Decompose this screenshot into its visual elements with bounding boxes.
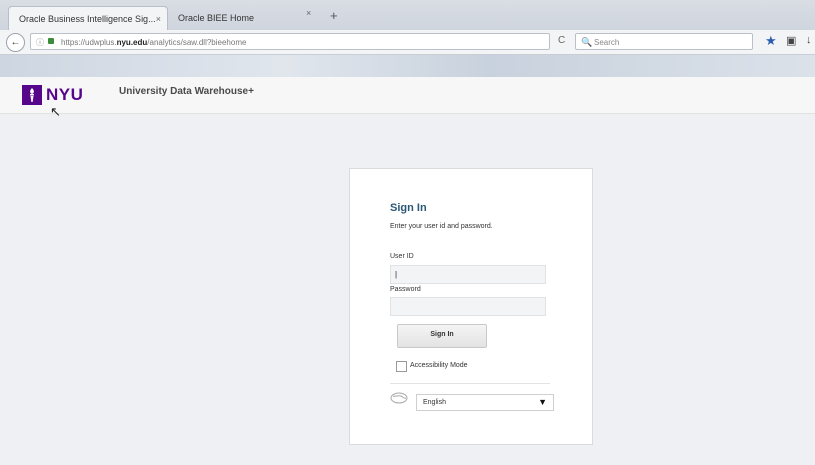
url-domain: nyu.edu [116,38,148,47]
browser-nav-bar: ← ⓘ https://udwplus.nyu.edu/analytics/sa… [0,30,815,55]
tab-close-icon[interactable]: × [156,7,161,30]
url-suffix: /analytics/saw.dll?bieehome [147,38,247,47]
user-id-input[interactable]: | [390,265,546,284]
download-icon[interactable]: ↓ [806,34,812,46]
info-icon[interactable]: ⓘ [36,34,44,51]
tab-title: Oracle Business Intelligence Sig... [19,14,156,24]
new-tab-button[interactable]: + [330,8,338,23]
globe-icon [390,392,408,407]
language-value: English [423,399,446,406]
logo-text: NYU [46,85,84,104]
language-select[interactable]: English ▼ [416,394,554,411]
accessibility-label: Accessibility Mode [410,362,468,369]
signin-instructions: Enter your user id and password. [390,223,493,230]
divider [390,383,550,384]
reload-icon[interactable]: C [558,35,565,46]
nyu-logo[interactable]: NYU [22,85,83,105]
accessibility-checkbox[interactable] [396,361,407,372]
signin-title: Sign In [390,202,427,214]
search-placeholder: Search [594,38,620,47]
tab-oracle-sign-in[interactable]: Oracle Business Intelligence Sig... × [8,6,168,30]
password-label: Password [390,286,421,293]
tab-title: Oracle BIEE Home [178,13,255,23]
password-input[interactable] [390,297,546,316]
signin-panel: Sign In Enter your user id and password.… [349,168,593,445]
app-header: NYU University Data Warehouse+ [0,77,815,114]
chevron-down-icon: ▼ [538,397,547,407]
user-id-label: User ID [390,253,414,260]
app-title-menu[interactable]: University Data Warehouse+ [119,86,254,97]
back-button[interactable]: ← [6,33,25,52]
bookmarks-toolbar [0,55,815,77]
tab-oracle-biee-home[interactable]: Oracle BIEE Home [168,6,293,30]
signin-button[interactable]: Sign In [397,324,487,348]
lock-icon [48,38,54,44]
browser-search-input[interactable]: 🔍 Search [575,33,753,50]
mouse-cursor-icon: ↖ [50,104,61,119]
url-prefix: https://udwplus. [61,38,117,47]
torch-icon [22,85,42,105]
browser-tab-bar: Oracle Business Intelligence Sig... × Or… [0,0,815,31]
clipboard-icon[interactable]: ▣ [786,34,796,47]
url-bar[interactable]: ⓘ https://udwplus.nyu.edu/analytics/saw.… [30,33,550,50]
search-icon: 🔍 [581,37,593,47]
bookmark-star-icon[interactable]: ★ [765,33,777,49]
tab-close-icon[interactable]: × [306,8,311,18]
